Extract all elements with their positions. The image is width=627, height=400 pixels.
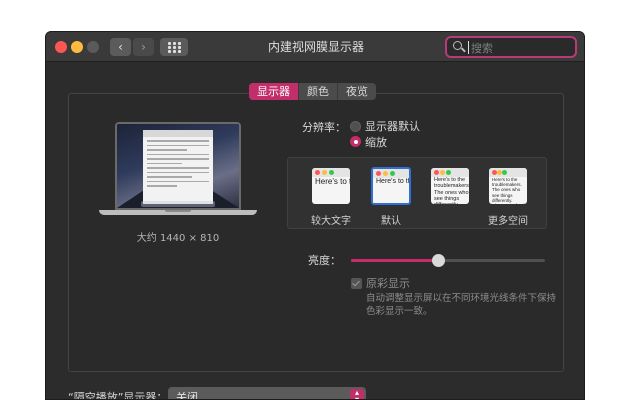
tab-color[interactable]: 颜色 bbox=[299, 83, 338, 100]
scale-option-default[interactable]: Here's to the troublemakers. The ones wh… bbox=[371, 167, 411, 205]
true-tone-description: 自动调整显示屏以在不同环境光线条件下保持色彩显示一致。 bbox=[366, 293, 557, 317]
scale-option-more-space[interactable]: Here's to the troublemakers. The ones wh… bbox=[489, 168, 527, 204]
scale-option-larger-text[interactable]: Here's to the troublemakers bbox=[312, 168, 350, 204]
approx-resolution: 大约 1440 × 810 bbox=[136, 233, 220, 244]
tab-night-shift[interactable]: 夜览 bbox=[338, 83, 376, 100]
search-icon bbox=[453, 41, 462, 50]
radio-scaled[interactable] bbox=[350, 136, 361, 147]
forward-button[interactable]: › bbox=[133, 38, 154, 56]
scale-label-larger-text: 较大文字 bbox=[311, 216, 351, 227]
text-caret bbox=[468, 41, 469, 54]
laptop-window-preview bbox=[143, 130, 213, 204]
brightness-slider[interactable] bbox=[351, 254, 545, 267]
true-tone-checkbox[interactable] bbox=[351, 278, 362, 289]
airplay-selected-value: 关闭 bbox=[176, 391, 198, 400]
resolution-label: 分辨率： bbox=[302, 121, 346, 134]
window-title: 内建视网膜显示器 bbox=[267, 40, 364, 54]
search-field[interactable]: 搜索 bbox=[445, 36, 577, 58]
brightness-label: 亮度： bbox=[308, 254, 341, 267]
title-bar: ‹ › 内建视网膜显示器 搜索 bbox=[46, 32, 584, 62]
show-all-button[interactable] bbox=[160, 38, 188, 56]
tab-bar: 显示器 颜色 夜览 bbox=[249, 83, 376, 100]
airplay-display-select[interactable]: 关闭 ▴ ▾ bbox=[168, 387, 366, 400]
scale-label-more-space: 更多空间 bbox=[488, 216, 528, 227]
laptop-notch bbox=[165, 210, 191, 212]
tab-display[interactable]: 显示器 bbox=[249, 83, 299, 100]
chevron-right-icon: › bbox=[141, 40, 146, 54]
search-placeholder: 搜索 bbox=[471, 42, 493, 55]
scale-label-default: 默认 bbox=[381, 216, 401, 227]
scale-preview-text: Here's to the troublemakers bbox=[315, 177, 350, 186]
zoom-window-button[interactable] bbox=[87, 41, 99, 53]
preferences-window: ‹ › 内建视网膜显示器 搜索 显示器 颜色 夜览 大约 1440 × 810 … bbox=[45, 31, 585, 400]
radio-default-for-display[interactable] bbox=[350, 121, 361, 132]
radio-scaled-label[interactable]: 缩放 bbox=[365, 134, 387, 150]
minimize-window-button[interactable] bbox=[71, 41, 83, 53]
close-window-button[interactable] bbox=[55, 41, 67, 53]
scale-preview-text: Here's to the troublemakers. The ones wh… bbox=[376, 178, 409, 185]
laptop-dock bbox=[141, 201, 215, 207]
chevron-up-down-icon: ▴ ▾ bbox=[350, 389, 364, 399]
scale-preview-text: Here's to the troublemakers. The ones wh… bbox=[492, 177, 524, 204]
radio-default-label[interactable]: 显示器默认 bbox=[365, 118, 420, 134]
scaling-options-box: Here's to the troublemakers Here's to th… bbox=[287, 157, 547, 229]
true-tone-label: 原彩显示 bbox=[366, 277, 410, 290]
brightness-slider-fill bbox=[351, 259, 439, 262]
airplay-display-label: “隔空播放”显示器： bbox=[68, 391, 168, 400]
scale-preview-text: Here's to the troublemakers. The ones wh… bbox=[434, 177, 469, 204]
back-button[interactable]: ‹ bbox=[110, 38, 131, 56]
chevron-left-icon: ‹ bbox=[118, 40, 123, 54]
scale-option-more-space-1[interactable]: Here's to the troublemakers. The ones wh… bbox=[431, 168, 469, 204]
laptop-screen bbox=[115, 122, 241, 210]
